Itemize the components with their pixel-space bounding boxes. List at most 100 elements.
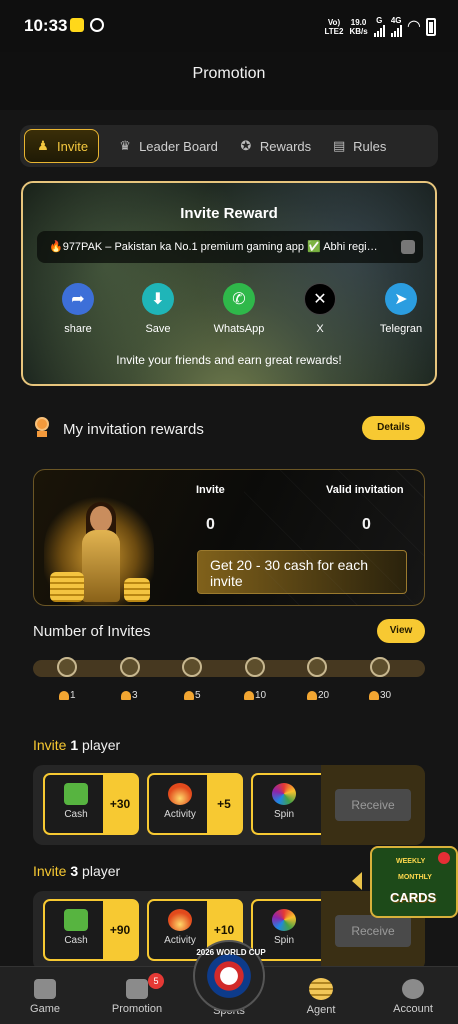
4g-label: 4G	[390, 16, 402, 25]
download-icon: ⬇	[142, 283, 174, 315]
signal-icon-1	[373, 25, 385, 37]
gamepad-icon	[34, 979, 56, 999]
cards-promo-toggle-arrow[interactable]	[352, 872, 362, 890]
tab-leader-board[interactable]: ♛ Leader Board	[107, 129, 228, 163]
spin-wheel-icon	[272, 909, 296, 931]
page-title: Promotion	[192, 65, 266, 82]
status-notification-icons	[70, 18, 104, 32]
cash-icon	[64, 909, 88, 931]
reward-value: +30	[103, 775, 137, 833]
invite-link-text: 🔥977PAK – Pakistan ka No.1 premium gamin…	[49, 241, 378, 253]
copy-icon[interactable]	[401, 240, 415, 254]
share-option-label: share	[64, 323, 92, 335]
milestone-label: 1	[59, 690, 76, 701]
fire-icon	[168, 909, 192, 931]
number-of-invites-title: Number of Invites	[33, 623, 151, 640]
tier-3-title: Invite 3 player	[33, 863, 121, 879]
reward-cash: Cash +90	[43, 899, 139, 961]
nav-agent-label: Agent	[306, 1004, 336, 1016]
document-icon: ▤	[333, 138, 346, 153]
valid-invitation-value: 0	[362, 516, 371, 533]
view-button[interactable]: View	[377, 619, 425, 643]
receive-button[interactable]: Receive	[335, 915, 411, 947]
reward-cash: Cash +30	[43, 773, 139, 835]
person-icon	[121, 691, 131, 700]
nav-agent[interactable]: Agent	[276, 973, 366, 1016]
cash-icon	[64, 783, 88, 805]
invite-link-marquee[interactable]: 🔥977PAK – Pakistan ka No.1 premium gamin…	[37, 231, 423, 263]
promotion-tabs: ♟ Invite ♛ Leader Board ✪ Rewards ▤ Rule…	[20, 125, 438, 167]
receive-button[interactable]: Receive	[335, 789, 411, 821]
invite-count-value: 0	[206, 516, 215, 533]
milestone-label: 10	[244, 690, 266, 701]
volte-label: Vo)	[327, 17, 341, 27]
receive-area: Receive	[321, 765, 425, 845]
status-right: Vo) LTE2 19.0 KB/s G 4G ◠	[324, 16, 436, 37]
tab-invite-label: Invite	[57, 138, 89, 154]
nav-promotion-label: Promotion	[111, 1003, 163, 1015]
telegram-icon: ➤	[385, 283, 417, 315]
promo-model-image	[44, 492, 154, 605]
share-option-label: Telegran	[379, 323, 423, 335]
milestone-label: 5	[184, 690, 201, 701]
share-icon: ➦	[62, 283, 94, 315]
speed-value: 19.0	[350, 17, 367, 27]
coin-stack-icon	[309, 978, 333, 1000]
milestone-node	[182, 657, 202, 677]
invitation-rewards-card: Invite 0 Valid invitation 0 Get 20 - 30 …	[33, 469, 425, 606]
world-cup-icon[interactable]: 2026 WORLD CUP	[193, 940, 266, 1012]
tab-invite[interactable]: ♟ Invite	[24, 129, 100, 163]
share-option-save[interactable]: ⬇ Save	[120, 283, 196, 335]
weekly-monthly-cards-promo[interactable]: WEEKLY MONTHLY CARDS	[370, 846, 458, 918]
fire-icon	[168, 783, 192, 805]
status-time: 10:33	[24, 16, 68, 35]
tab-rules[interactable]: ▤ Rules	[321, 129, 396, 163]
threads-icon	[90, 18, 104, 32]
cash-per-invite-banner: Get 20 - 30 cash for each invite	[197, 550, 407, 594]
nav-account[interactable]: Account	[368, 973, 458, 1015]
share-option-label: Save	[145, 323, 171, 335]
lte-label: LTE2	[324, 26, 344, 36]
promo-weekly-text: WEEKLY	[396, 858, 426, 865]
share-option-whatsapp[interactable]: ✆ WhatsApp	[201, 283, 277, 335]
nav-game-label: Game	[30, 1003, 60, 1015]
tab-rewards-label: Rewards	[259, 138, 312, 154]
tier-1-title: Invite 1 player	[33, 737, 121, 753]
milestone-label: 30	[369, 690, 391, 701]
medal-icon	[33, 417, 51, 439]
reward-value: +90	[103, 901, 137, 959]
nav-promotion[interactable]: 5 Promotion	[92, 973, 182, 1015]
person-icon	[184, 691, 194, 700]
wifi-icon: ◠	[407, 18, 420, 35]
reward-activity: Activity +5	[147, 773, 243, 835]
person-icon	[59, 691, 69, 700]
page-header: Promotion	[0, 52, 458, 110]
battery-icon	[426, 17, 436, 36]
notification-dot	[438, 852, 450, 864]
gift-icon	[126, 979, 148, 999]
share-option-label: WhatsApp	[213, 323, 265, 335]
share-option-x[interactable]: ✕ X	[282, 283, 358, 335]
person-icon	[244, 691, 254, 700]
person-icon	[369, 691, 379, 700]
promotion-badge: 5	[148, 973, 164, 989]
x-icon: ✕	[304, 283, 336, 315]
my-invitation-rewards-title: My invitation rewards	[63, 421, 204, 438]
share-option-share[interactable]: ➦ share	[40, 283, 116, 335]
nav-game[interactable]: Game	[0, 973, 90, 1015]
milestone-label: 20	[307, 690, 329, 701]
invite-reward-title: Invite Reward	[180, 205, 278, 222]
invite-reward-footer: Invite your friends and earn great rewar…	[116, 353, 342, 367]
person-icon	[307, 691, 317, 700]
share-option-telegram[interactable]: ➤ Telegran	[363, 283, 435, 335]
medal-icon: ✪	[240, 138, 252, 153]
invite-progress-track	[33, 660, 425, 677]
invite-count-label: Invite	[196, 484, 225, 496]
tab-rewards[interactable]: ✪ Rewards	[228, 129, 321, 163]
tab-leader-board-label: Leader Board	[139, 138, 218, 154]
milestone-node	[307, 657, 327, 677]
details-button[interactable]: Details	[362, 416, 425, 440]
invite-reward-card: Invite Reward 🔥977PAK – Pakistan ka No.1…	[21, 181, 437, 386]
share-options: ➦ share ⬇ Save ✆ WhatsApp ✕ X ➤ Telegran	[23, 283, 435, 343]
g-label: G	[376, 16, 383, 25]
